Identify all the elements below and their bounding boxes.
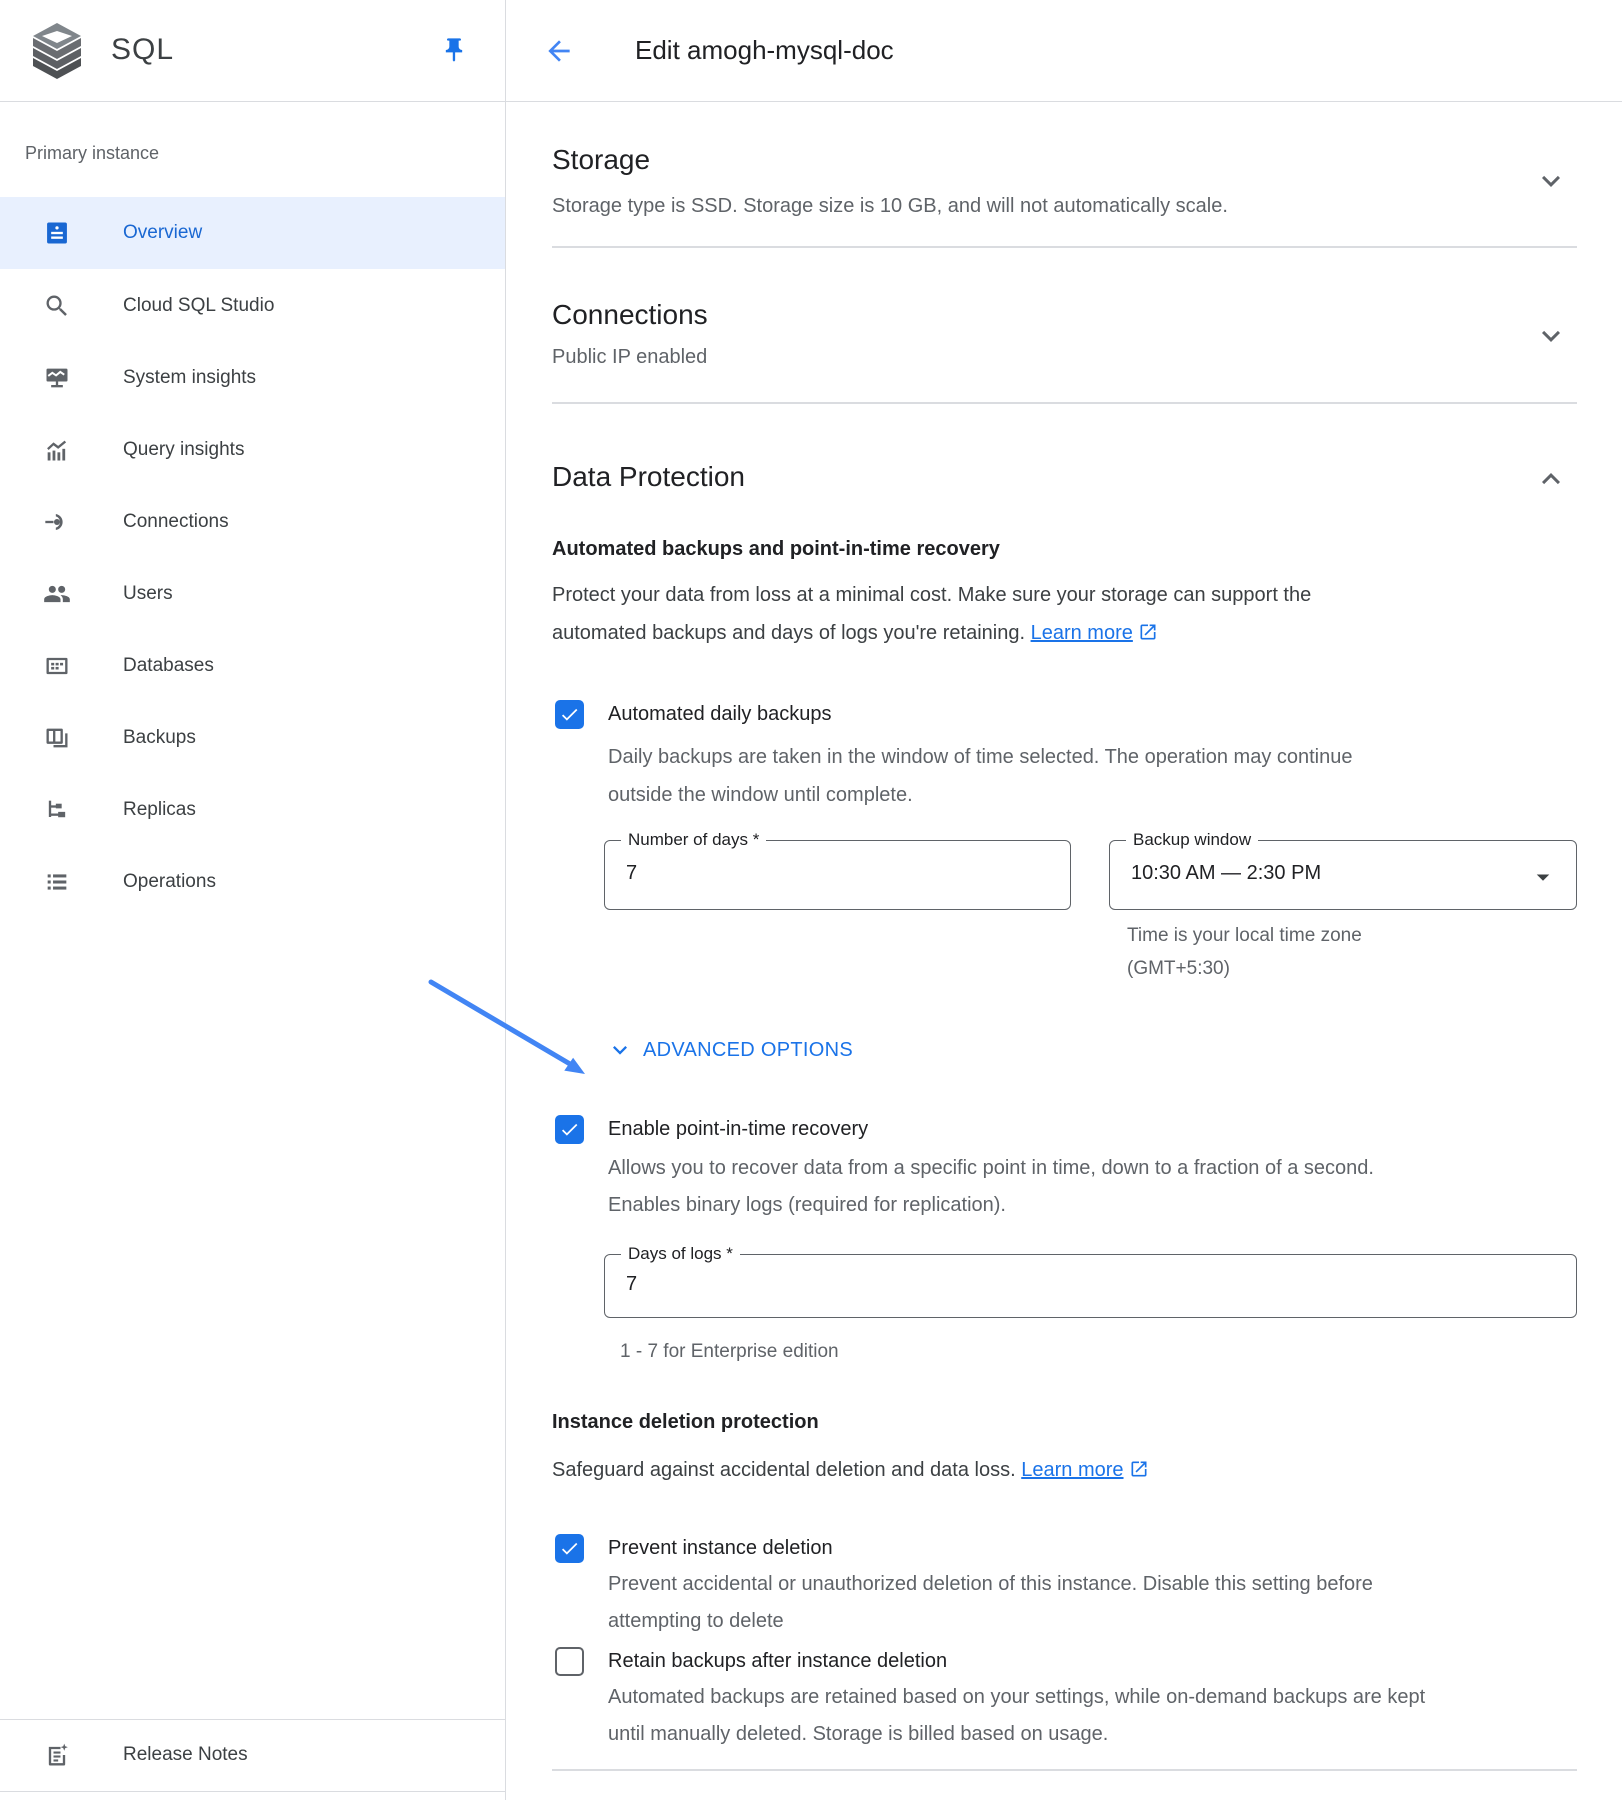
storage-section-title: Storage: [552, 141, 650, 179]
sidebar-item-label: Release Notes: [123, 1744, 248, 1766]
section-divider: [552, 246, 1577, 248]
sidebar-item-replicas[interactable]: Replicas: [0, 774, 505, 846]
product-name: SQL: [111, 33, 174, 67]
sidebar-bottom-divider: [0, 1791, 505, 1792]
prevent-deletion-label[interactable]: Prevent instance deletion: [608, 1534, 833, 1563]
check-icon: [559, 1119, 580, 1140]
days-of-logs-helper: 1 - 7 for Enterprise edition: [620, 1339, 839, 1364]
chevron-down-icon[interactable]: [1533, 318, 1569, 354]
check-icon: [559, 704, 580, 725]
deletion-group-description-text: Safeguard against accidental deletion an…: [552, 1459, 1016, 1481]
number-of-days-field[interactable]: Number of days * 7: [604, 840, 1071, 910]
pitr-description: Allows you to recover data from a specif…: [608, 1150, 1608, 1224]
back-arrow-icon[interactable]: [543, 35, 575, 72]
pitr-row: Enable point-in-time recovery: [555, 1115, 868, 1144]
sidebar-item-overview[interactable]: Overview: [0, 197, 505, 269]
section-divider: [552, 1769, 1577, 1771]
backup-window-label: Backup window: [1126, 830, 1258, 850]
top-app-bar: SQL Edit amogh-mysql-doc: [0, 0, 1622, 102]
sidebar-item-backups[interactable]: Backups: [0, 702, 505, 774]
sidebar-divider: [505, 0, 506, 1800]
backup-window-helper: Time is your local time zone (GMT+5:30): [1127, 919, 1362, 985]
connections-section-subtitle: Public IP enabled: [552, 344, 707, 370]
backup-group-description: Protect your data from loss at a minimal…: [552, 576, 1552, 655]
deletion-group-description: Safeguard against accidental deletion an…: [552, 1457, 1552, 1486]
retain-backups-description: Automated backups are retained based on …: [608, 1679, 1608, 1753]
sidebar-item-users[interactable]: Users: [0, 558, 505, 630]
sidebar-item-databases[interactable]: Databases: [0, 630, 505, 702]
sidebar-item-label: Connections: [123, 511, 229, 533]
advanced-options-toggle[interactable]: ADVANCED OPTIONS: [606, 1036, 853, 1064]
number-of-days-value: 7: [626, 862, 637, 885]
sidebar-item-label: Overview: [123, 222, 202, 244]
external-link-icon: [1138, 617, 1158, 655]
data-protection-section-title: Data Protection: [552, 458, 745, 496]
days-of-logs-label: Days of logs *: [621, 1244, 740, 1264]
sidebar-item-label: Replicas: [123, 799, 196, 821]
retain-backups-label[interactable]: Retain backups after instance deletion: [608, 1647, 947, 1676]
auto-backup-label[interactable]: Automated daily backups: [608, 700, 831, 729]
dropdown-caret-icon: [1528, 862, 1558, 897]
prevent-deletion-checkbox[interactable]: [555, 1534, 584, 1563]
sidebar-item-connections[interactable]: Connections: [0, 486, 505, 558]
query-insights-icon: [42, 436, 71, 465]
sidebar-item-label: Query insights: [123, 439, 244, 461]
days-of-logs-value: 7: [626, 1273, 637, 1296]
number-of-days-label: Number of days *: [621, 830, 766, 850]
sidebar-item-system-insights[interactable]: System insights: [0, 342, 505, 414]
retain-backups-checkbox[interactable]: [555, 1647, 584, 1676]
days-of-logs-field[interactable]: Days of logs * 7: [604, 1254, 1577, 1318]
chevron-up-icon[interactable]: [1533, 461, 1569, 497]
sidebar-item-label: Cloud SQL Studio: [123, 295, 274, 317]
connections-icon: [42, 508, 71, 537]
backup-group-heading: Automated backups and point-in-time reco…: [552, 536, 1000, 563]
sidebar-item-operations[interactable]: Operations: [0, 846, 505, 918]
overview-icon: [42, 219, 71, 248]
prevent-deletion-description: Prevent accidental or unauthorized delet…: [608, 1566, 1608, 1640]
users-icon: [42, 580, 71, 609]
check-icon: [559, 1538, 580, 1559]
page-title: Edit amogh-mysql-doc: [635, 35, 894, 66]
auto-backup-description: Daily backups are taken in the window of…: [608, 738, 1608, 814]
connections-section-title: Connections: [552, 296, 708, 334]
pitr-label[interactable]: Enable point-in-time recovery: [608, 1115, 868, 1144]
sidebar-section-label: Primary instance: [25, 143, 159, 164]
sidebar-item-label: Users: [123, 583, 173, 605]
databases-icon: [42, 652, 71, 681]
chevron-down-icon[interactable]: [1533, 163, 1569, 199]
pin-icon[interactable]: [440, 36, 468, 69]
sidebar-item-query-insights[interactable]: Query insights: [0, 414, 505, 486]
storage-section-subtitle: Storage type is SSD. Storage size is 10 …: [552, 193, 1228, 219]
sidebar-item-label: Operations: [123, 871, 216, 893]
pitr-checkbox[interactable]: [555, 1115, 584, 1144]
section-divider: [552, 402, 1577, 404]
sidebar-item-release-notes[interactable]: Release Notes: [0, 1720, 505, 1790]
replicas-icon: [42, 796, 71, 825]
sidebar-item-label: System insights: [123, 367, 256, 389]
release-notes-icon: [42, 1741, 71, 1770]
deletion-group-heading: Instance deletion protection: [552, 1409, 819, 1436]
sidebar-item-label: Backups: [123, 727, 196, 749]
cloud-sql-logo-icon: [30, 22, 84, 85]
learn-more-link[interactable]: Learn more: [1031, 622, 1133, 644]
search-icon: [42, 292, 71, 321]
operations-icon: [42, 868, 71, 897]
auto-backup-checkbox[interactable]: [555, 700, 584, 729]
backup-group-description-text: Protect your data from loss at a minimal…: [552, 584, 1311, 644]
backup-window-value: 10:30 AM — 2:30 PM: [1131, 862, 1321, 885]
sidebar-item-cloud-sql-studio[interactable]: Cloud SQL Studio: [0, 270, 505, 342]
advanced-options-label: ADVANCED OPTIONS: [643, 1039, 853, 1062]
system-insights-icon: [42, 364, 71, 393]
backup-window-select[interactable]: Backup window 10:30 AM — 2:30 PM: [1109, 840, 1577, 910]
external-link-icon: [1129, 1459, 1149, 1486]
learn-more-link[interactable]: Learn more: [1021, 1459, 1123, 1481]
backups-icon: [42, 724, 71, 753]
prevent-deletion-row: Prevent instance deletion: [555, 1534, 833, 1563]
retain-backups-row: Retain backups after instance deletion: [555, 1647, 947, 1676]
auto-backup-row: Automated daily backups: [555, 700, 831, 729]
annotation-arrow: [420, 958, 640, 1093]
sidebar-item-label: Databases: [123, 655, 214, 677]
